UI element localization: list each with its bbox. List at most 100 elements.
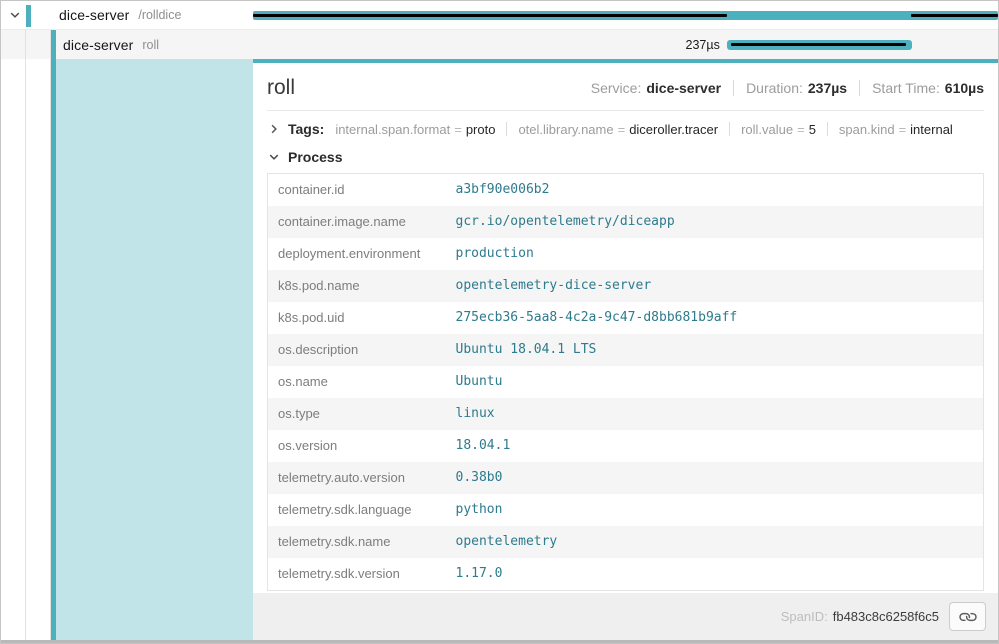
process-value: gcr.io/opentelemetry/diceapp — [446, 206, 984, 238]
process-key: telemetry.sdk.version — [268, 558, 446, 591]
span-color-accent — [26, 5, 31, 27]
service-stat-value: dice-server — [646, 80, 721, 96]
span-bar-overlay — [731, 43, 907, 46]
spanid-value: fb483c8c6258f6c5 — [833, 609, 939, 624]
deep-link-button[interactable] — [949, 602, 986, 631]
process-value: python — [446, 494, 984, 526]
tags-accordion[interactable]: Tags: internal.span.format = proto otel.lib… — [267, 111, 984, 140]
span-bar-track — [253, 1, 998, 29]
process-table-body: container.ida3bf90e006b2container.image.… — [268, 174, 984, 591]
tag-value: internal — [910, 122, 953, 137]
tag-value: proto — [466, 122, 496, 137]
process-key: deployment.environment — [268, 238, 446, 270]
tag-key: roll.value — [741, 122, 793, 137]
process-table-row: telemetry.auto.version0.38b0 — [268, 462, 984, 494]
process-value: Ubuntu 18.04.1 LTS — [446, 334, 984, 366]
stat-separator — [733, 80, 734, 96]
link-icon — [956, 605, 979, 628]
span-row-rolldice[interactable]: dice-server /rolldice — [1, 1, 998, 30]
process-value: linux — [446, 398, 984, 430]
tags-summary: internal.span.format = proto otel.library.n… — [335, 122, 953, 137]
tag-key: internal.span.format — [335, 122, 450, 137]
process-key: k8s.pod.uid — [268, 302, 446, 334]
tag-key: span.kind — [839, 122, 895, 137]
tag-item: span.kind =internal — [839, 122, 953, 137]
process-table-row: telemetry.sdk.nameopentelemetry — [268, 526, 984, 558]
process-key: container.id — [268, 174, 446, 207]
process-table-row: container.image.namegcr.io/opentelemetry… — [268, 206, 984, 238]
process-table-row: os.descriptionUbuntu 18.04.1 LTS — [268, 334, 984, 366]
tags-label: Tags: — [288, 121, 324, 137]
process-key: os.version — [268, 430, 446, 462]
span-title: roll — [267, 76, 295, 100]
starttime-stat-value: 610µs — [945, 80, 984, 96]
process-key: os.name — [268, 366, 446, 398]
tag-item: roll.value = 5 — [741, 122, 816, 137]
process-table-row: telemetry.sdk.version1.17.0 — [268, 558, 984, 591]
operation-name: /rolldice — [138, 8, 181, 22]
process-key: telemetry.sdk.language — [268, 494, 446, 526]
tag-separator — [827, 122, 828, 136]
process-table-row: os.typelinux — [268, 398, 984, 430]
process-key: container.image.name — [268, 206, 446, 238]
span-detail-header: roll Service: dice-server Duration: 237µ… — [267, 63, 984, 110]
span-detail-footer: SpanID: fb483c8c6258f6c5 — [253, 593, 998, 640]
process-table-row: telemetry.sdk.languagepython — [268, 494, 984, 526]
tag-key: otel.library.name — [518, 122, 613, 137]
process-key: os.type — [268, 398, 446, 430]
process-value: a3bf90e006b2 — [446, 174, 984, 207]
jaeger-trace-view: dice-server /rolldice dice-server roll 2… — [0, 0, 999, 644]
tag-value: 5 — [809, 122, 816, 137]
spanid-label: SpanID: — [781, 609, 828, 624]
service-name: dice-server — [63, 37, 133, 53]
span-bar-overlay — [253, 14, 727, 17]
tag-equals: = — [797, 122, 805, 137]
tag-value: diceroller.tracer — [629, 122, 718, 137]
tag-separator — [506, 122, 507, 136]
tag-item: internal.span.format = proto — [335, 122, 495, 137]
process-table-row: container.ida3bf90e006b2 — [268, 174, 984, 207]
duration-stat-label: Duration: — [746, 80, 803, 96]
tag-equals: = — [618, 122, 626, 137]
process-key: k8s.pod.name — [268, 270, 446, 302]
chevron-down-icon — [267, 150, 281, 164]
process-value: Ubuntu — [446, 366, 984, 398]
process-value: 18.04.1 — [446, 430, 984, 462]
chevron-down-icon[interactable] — [8, 8, 22, 22]
span-duration-label: 237µs — [686, 38, 720, 52]
process-key: os.description — [268, 334, 446, 366]
tag-item: otel.library.name =diceroller.tracer — [518, 122, 718, 137]
service-name: dice-server — [59, 7, 129, 23]
span-bar-track: 237µs — [253, 30, 998, 59]
process-key: telemetry.auto.version — [268, 462, 446, 494]
process-value: opentelemetry-dice-server — [446, 270, 984, 302]
span-bar-overlay — [911, 14, 998, 17]
process-table-row: os.version18.04.1 — [268, 430, 984, 462]
indent-guide — [1, 30, 26, 640]
span-detail-card: roll Service: dice-server Duration: 237µ… — [253, 63, 998, 593]
process-table-row: k8s.pod.nameopentelemetry-dice-server — [268, 270, 984, 302]
process-table: container.ida3bf90e006b2container.image.… — [267, 173, 984, 591]
span-name-column[interactable]: dice-server /rolldice — [1, 1, 253, 29]
process-table-row: deployment.environmentproduction — [268, 238, 984, 270]
chevron-right-icon — [267, 122, 281, 136]
operation-name: roll — [142, 38, 159, 52]
span-stats: Service: dice-server Duration: 237µs Sta… — [591, 80, 984, 96]
tag-equals: = — [899, 122, 907, 137]
process-label: Process — [288, 149, 342, 165]
span-detail-panel: roll Service: dice-server Duration: 237µ… — [253, 59, 998, 640]
process-value: 275ecb36-5aa8-4c2a-9c47-d8bb681b9aff — [446, 302, 984, 334]
service-stat-label: Service: — [591, 80, 642, 96]
span-row-roll[interactable]: dice-server roll 237µs — [1, 30, 998, 59]
process-value: production — [446, 238, 984, 270]
starttime-stat-label: Start Time: — [872, 80, 940, 96]
tag-equals: = — [454, 122, 462, 137]
tag-separator — [729, 122, 730, 136]
process-key: telemetry.sdk.name — [268, 526, 446, 558]
process-value: 1.17.0 — [446, 558, 984, 591]
bottom-border-bar — [1, 640, 998, 643]
selected-span-highlight — [56, 59, 253, 640]
process-table-row: k8s.pod.uid275ecb36-5aa8-4c2a-9c47-d8bb6… — [268, 302, 984, 334]
process-accordion[interactable]: Process — [267, 140, 984, 171]
process-value: 0.38b0 — [446, 462, 984, 494]
